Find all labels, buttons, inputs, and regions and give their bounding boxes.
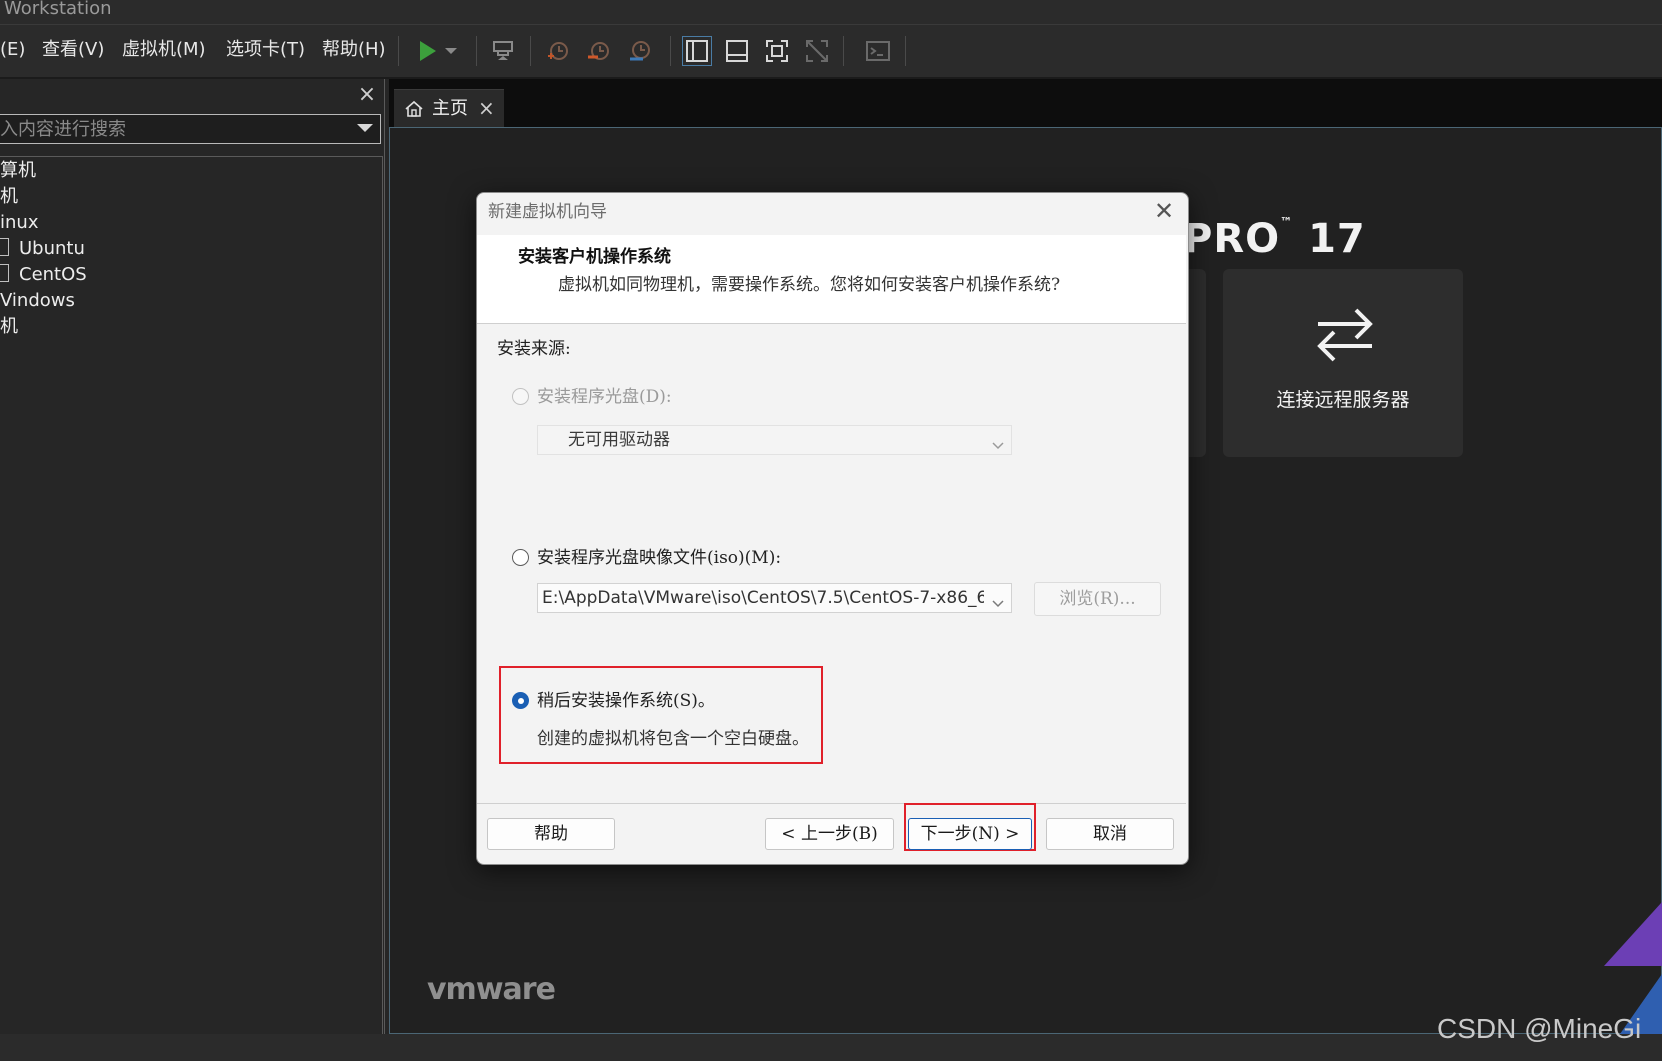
install-later-radio[interactable]: [512, 692, 529, 709]
tree-item-label: CentOS: [19, 264, 87, 285]
menu-help[interactable]: 帮助(H): [322, 38, 386, 62]
decoration: [1604, 902, 1662, 966]
tree-item-centos[interactable]: CentOS: [0, 263, 87, 287]
chevron-down-icon[interactable]: [354, 118, 376, 138]
toolbar-separator: [398, 36, 399, 66]
iso-option-label: 安装程序光盘映像文件(iso)(M):: [537, 548, 782, 568]
iso-radio[interactable]: [512, 549, 529, 566]
play-icon[interactable]: [412, 36, 442, 66]
vmware-logo: vmware: [427, 972, 556, 1007]
toolbar-separator: [530, 36, 531, 66]
connect-remote-server-label: 连接远程服务器: [1276, 389, 1410, 411]
vm-icon: [0, 238, 9, 256]
close-icon[interactable]: ✕: [1150, 197, 1178, 225]
close-icon[interactable]: ×: [356, 84, 378, 106]
tree-item-ubuntu[interactable]: Ubuntu: [0, 237, 85, 261]
tree-item[interactable]: 机: [0, 185, 18, 209]
toolbar-separator: [843, 36, 844, 66]
tab-strip: [389, 79, 1662, 127]
search-input[interactable]: [0, 117, 340, 141]
disc-radio[interactable]: [512, 388, 529, 405]
vm-tree: [0, 156, 383, 1035]
library-view-icon[interactable]: [682, 36, 712, 66]
dropdown-arrow-icon[interactable]: [442, 36, 460, 66]
cancel-button[interactable]: 取消: [1046, 818, 1174, 850]
watermark: CSDN @MineGi: [1437, 1013, 1642, 1044]
snapshot-take-icon[interactable]: [543, 36, 573, 66]
toolbar-separator: [905, 36, 906, 66]
toolbar-separator: [670, 36, 671, 66]
snapshot-revert-icon[interactable]: [584, 36, 614, 66]
home-icon: [403, 98, 425, 120]
dialog-subheading: 虚拟机如同物理机，需要操作系统。您将如何安装客户机操作系统?: [558, 275, 1061, 295]
disc-drive-value: 无可用驱动器: [568, 430, 670, 450]
thumbnail-bar-icon[interactable]: [722, 36, 752, 66]
tree-item[interactable]: 机: [0, 315, 18, 339]
chevron-down-icon: [991, 594, 1005, 608]
vm-icon: [0, 264, 9, 282]
menu-view[interactable]: 查看(V): [42, 38, 104, 62]
chevron-down-icon: [991, 436, 1005, 450]
swap-arrows-icon: [1310, 300, 1380, 370]
dialog-heading: 安装客户机操作系统: [518, 247, 671, 267]
divider: [477, 803, 1186, 804]
install-later-label: 稍后安装操作系统(S)。: [537, 691, 715, 711]
install-source-label: 安装来源:: [497, 339, 571, 359]
console-view-icon[interactable]: [863, 36, 893, 66]
menu-edit[interactable]: (E): [0, 38, 25, 62]
brand-name: PRO: [1183, 216, 1281, 262]
tree-item-label: Ubuntu: [19, 238, 85, 259]
help-button[interactable]: 帮助: [487, 818, 615, 850]
menu-tabs[interactable]: 选项卡(T): [226, 38, 305, 62]
next-button[interactable]: 下一步(N) >: [908, 818, 1032, 850]
product-title: PRO™ 17: [1183, 200, 1366, 261]
full-screen-icon[interactable]: [762, 36, 792, 66]
back-button[interactable]: < 上一步(B): [765, 818, 894, 850]
menu-vm[interactable]: 虚拟机(M): [122, 38, 206, 62]
toolbar-separator: [476, 36, 477, 66]
snapshot-manager-icon[interactable]: [625, 36, 655, 66]
dialog-title: 新建虚拟机向导: [488, 202, 607, 222]
title-bar: [0, 0, 1662, 24]
tree-item[interactable]: inux: [0, 211, 38, 235]
brand-version: 17: [1308, 216, 1366, 262]
send-keys-icon[interactable]: [488, 36, 518, 66]
install-later-description: 创建的虚拟机将包含一个空白硬盘。: [537, 729, 809, 749]
disc-option-label: 安装程序光盘(D):: [537, 387, 672, 407]
tree-item[interactable]: 算机: [0, 159, 36, 183]
unity-icon[interactable]: [802, 36, 832, 66]
tree-item[interactable]: Vindows: [0, 289, 75, 313]
browse-button[interactable]: 浏览(R)...: [1034, 582, 1161, 616]
tab-home-label: 主页: [432, 98, 468, 119]
iso-path-value: E:\AppData\VMware\iso\CentOS\7.5\CentOS-…: [542, 588, 984, 608]
status-bar: [0, 1034, 1662, 1061]
tab-close-icon[interactable]: ×: [478, 97, 495, 119]
trademark: ™: [1280, 215, 1294, 229]
app-title: Workstation: [4, 0, 112, 19]
